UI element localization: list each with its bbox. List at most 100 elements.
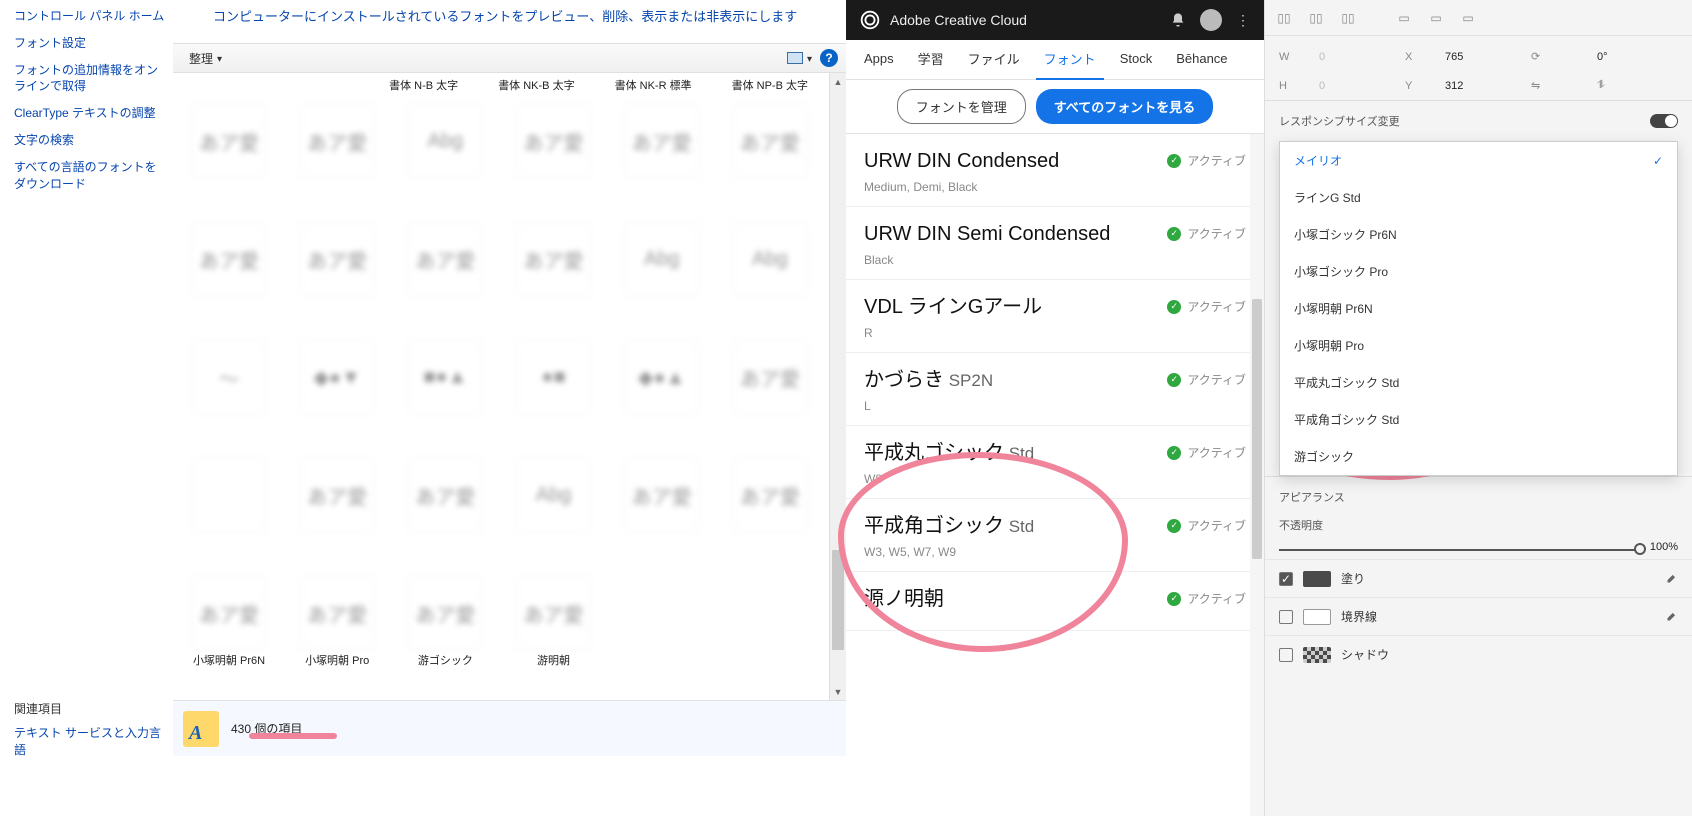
eyedropper-icon[interactable] [1664,610,1678,624]
font-tile[interactable]: 〜 [177,335,281,453]
height-value[interactable]: 0 [1319,80,1379,92]
see-all-fonts-button[interactable]: すべてのフォントを見る [1036,89,1214,124]
font-tile[interactable]: あア愛 [718,99,822,217]
align-top-icon[interactable]: ▭ [1395,9,1413,27]
font-tile[interactable]: あア愛 [501,99,605,217]
font-tile[interactable]: ●■ [501,335,605,453]
font-tile[interactable]: あア愛 [285,217,389,335]
organize-button[interactable]: 整理 [181,48,230,69]
cp-home-link[interactable]: コントロール パネル ホーム [14,8,165,25]
font-tile[interactable]: Abg [501,453,605,571]
cc-tab-ファイル[interactable]: ファイル [960,39,1028,80]
align-right-icon[interactable]: ▯▯ [1339,9,1357,27]
avatar[interactable] [1200,9,1222,31]
font-tile[interactable]: あア愛 [718,335,822,453]
font-tile[interactable]: あア愛 [718,453,822,571]
font-tile[interactable]: あア愛 [285,99,389,217]
properties-panel: ▯▯ ▯▯ ▯▯ ▭ ▭ ▭ W 0 X 765 ⟳ 0° H 0 Y 312 … [1264,0,1692,816]
cc-font-row[interactable]: 源ノ明朝✓アクティブ [846,572,1264,631]
cc-font-row[interactable]: URW DIN Semi CondensedBlack✓アクティブ [846,207,1264,280]
font-tile-label: 游ゴシック [418,655,473,668]
cc-font-row[interactable]: URW DIN CondensedMedium, Demi, Black✓アクテ… [846,134,1264,207]
rotation-value[interactable]: 0° [1597,51,1637,63]
cc-scrollbar[interactable] [1250,134,1264,816]
font-tile[interactable]: あア愛小塚明朝 Pro [285,571,389,689]
help-icon[interactable]: ? [820,49,838,67]
grid-scrollbar[interactable]: ▲ ▼ [829,73,846,700]
x-value[interactable]: 765 [1445,51,1505,63]
font-tile[interactable]: Abg [610,217,714,335]
font-option[interactable]: メイリオ✓ [1280,142,1677,179]
bell-icon[interactable] [1170,12,1186,28]
cc-tab-stock[interactable]: Stock [1112,41,1161,78]
font-option[interactable]: 小塚ゴシック Pr6N [1280,216,1677,253]
cp-link-charsearch[interactable]: 文字の検索 [14,132,165,149]
align-middle-icon[interactable]: ▭ [1427,9,1445,27]
font-tile[interactable]: あア愛游明朝 [501,571,605,689]
font-option[interactable]: ラインG Std [1280,179,1677,216]
font-tile[interactable]: あア愛 [610,99,714,217]
font-tile[interactable]: あア愛 [177,99,281,217]
align-bottom-icon[interactable]: ▭ [1459,9,1477,27]
font-tile-label: 游明朝 [537,655,570,668]
font-tile[interactable]: あア愛 [610,453,714,571]
font-option[interactable]: 平成丸ゴシック Std [1280,364,1677,401]
font-option[interactable]: 小塚明朝 Pro [1280,327,1677,364]
eyedropper-icon[interactable] [1664,572,1678,586]
font-option[interactable]: 游ゴシック [1280,438,1677,475]
cp-link-cleartype[interactable]: ClearType テキストの調整 [14,105,165,122]
font-tile[interactable]: Abg [393,99,497,217]
cc-font-row[interactable]: VDL ラインGアールR✓アクティブ [846,280,1264,353]
rotate-icon[interactable]: ⟳ [1531,50,1571,63]
font-family-dropdown[interactable]: メイリオ✓ラインG Std小塚ゴシック Pr6N小塚ゴシック Pro小塚明朝 P… [1279,141,1678,476]
font-tile[interactable]: あア愛游ゴシック [393,571,497,689]
font-tile[interactable]: ■●▲ [393,335,497,453]
font-tile[interactable]: あア愛小塚明朝 Pr6N [177,571,281,689]
fill-checkbox[interactable]: ✓ [1279,572,1293,586]
width-value[interactable]: 0 [1319,51,1379,63]
cc-tab-bēhance[interactable]: Bēhance [1168,41,1235,78]
cc-tab-apps[interactable]: Apps [856,41,902,78]
font-tile[interactable]: ◆●▲ [610,335,714,453]
font-option[interactable]: 平成角ゴシック Std [1280,401,1677,438]
font-tile[interactable]: あア愛 [285,453,389,571]
font-option[interactable]: 小塚明朝 Pr6N [1280,290,1677,327]
cp-link-font-online-info[interactable]: フォントの追加情報をオンラインで取得 [14,62,165,96]
font-tile[interactable]: ◆●▼ [285,335,389,453]
font-tile[interactable]: あア愛 [393,453,497,571]
folder-icon [183,711,219,747]
opacity-slider[interactable]: 100% [1279,541,1678,559]
cc-font-row[interactable]: かづらき SP2NL✓アクティブ [846,353,1264,426]
cp-link-download-all[interactable]: すべての言語のフォントをダウンロード [14,159,165,193]
y-label: Y [1405,80,1419,92]
shadow-swatch[interactable] [1303,647,1331,663]
scroll-down-icon[interactable]: ▼ [830,683,846,700]
related-link-text-services[interactable]: テキスト サービスと入力言語 [14,725,165,759]
font-tile[interactable]: あア愛 [177,217,281,335]
align-center-h-icon[interactable]: ▯▯ [1307,9,1325,27]
shadow-checkbox[interactable] [1279,648,1293,662]
manage-fonts-button[interactable]: フォントを管理 [897,89,1026,124]
scroll-up-icon[interactable]: ▲ [830,73,846,90]
cc-font-row[interactable]: 平成角ゴシック StdW3, W5, W7, W9✓アクティブ [846,499,1264,572]
flip-v-icon[interactable]: ⥮ [1597,79,1637,92]
flip-h-icon[interactable]: ⇋ [1531,79,1571,92]
cc-tab-フォント[interactable]: フォント [1036,39,1104,80]
font-tile[interactable]: Abg [718,217,822,335]
menu-dots-icon[interactable]: ⋮ [1236,12,1250,29]
font-tile[interactable]: あア愛 [393,217,497,335]
cp-link-font-settings[interactable]: フォント設定 [14,35,165,52]
font-tile[interactable] [177,453,281,571]
stroke-checkbox[interactable] [1279,610,1293,624]
y-value[interactable]: 312 [1445,80,1505,92]
fill-swatch[interactable] [1303,571,1331,587]
cc-font-row[interactable]: 平成丸ゴシック StdW8✓アクティブ [846,426,1264,499]
stroke-swatch[interactable] [1303,609,1331,625]
font-option[interactable]: 小塚ゴシック Pro [1280,253,1677,290]
cc-tab-学習[interactable]: 学習 [910,39,952,80]
header-label: 書体 NK-R 標準 [615,77,692,93]
align-left-icon[interactable]: ▯▯ [1275,9,1293,27]
view-mode-button[interactable] [779,49,820,67]
responsive-toggle[interactable] [1650,114,1678,128]
font-tile[interactable]: あア愛 [501,217,605,335]
